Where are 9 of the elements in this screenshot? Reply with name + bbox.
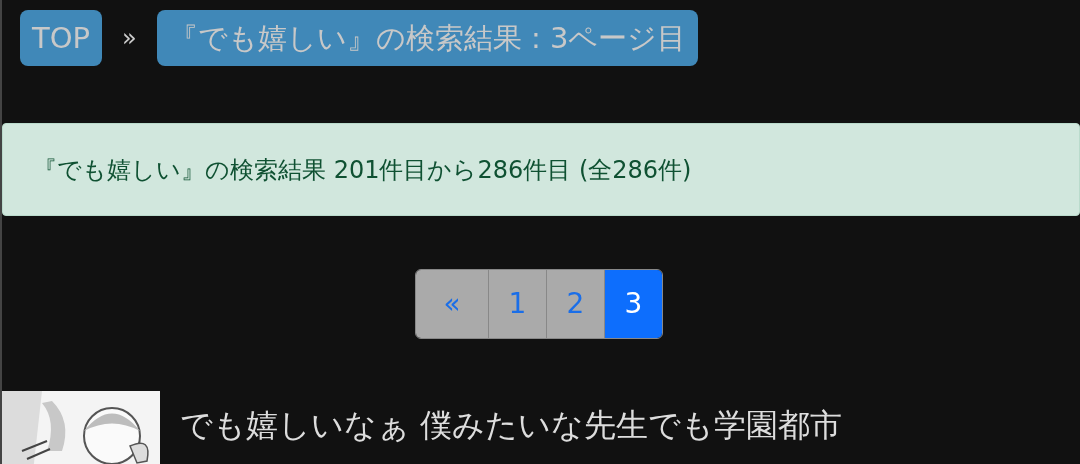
page-link[interactable]: 3 [604,270,662,338]
result-text[interactable]: でも嬉しいなぁ 僕みたいな先生でも学園都市 [180,391,843,464]
result-summary: 『でも嬉しい』の検索結果 201件目から286件目 (全286件) [2,123,1080,216]
breadcrumb-link[interactable]: 『でも嬉しい』の検索結果 : 3ページ目 [156,10,699,66]
breadcrumb-link[interactable]: TOP [20,10,103,66]
page-link[interactable]: « [416,270,488,338]
page-link[interactable]: 2 [546,270,604,338]
breadcrumb-separator: » [122,23,137,54]
page-link[interactable]: 1 [488,270,546,338]
